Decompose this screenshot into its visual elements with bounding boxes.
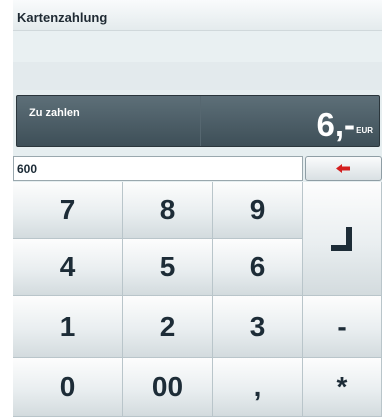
info-band-lower [13,62,382,90]
key-9-label: 9 [249,194,266,225]
info-band-upper [13,31,382,62]
key-1-label: 1 [59,310,76,342]
title-bar: Kartenzahlung [13,0,382,31]
key-0-label: 0 [59,371,76,402]
window-title: Kartenzahlung [17,10,108,25]
key-2[interactable]: 2 [123,296,213,358]
key-5[interactable]: 5 [123,239,213,296]
amount-due-panel: Zu zahlen 6,- EUR [16,95,380,147]
key-0[interactable]: 0 [13,358,123,417]
key-8[interactable]: 8 [123,182,213,239]
key-4-label: 4 [59,251,76,282]
key-3-label: 3 [249,310,266,342]
key-8-label: 8 [159,194,176,225]
currency-label: EUR [356,126,373,135]
enter-key[interactable] [303,182,382,296]
amount-input-field[interactable]: 600 [13,156,303,181]
key-6-label: 6 [249,251,266,282]
key-5-label: 5 [159,251,176,282]
left-arrow-icon [336,164,350,173]
backspace-button[interactable] [305,156,382,181]
multiply-key[interactable]: * [303,358,382,417]
comma-key-label: , [253,371,262,402]
key-9[interactable]: 9 [213,182,303,239]
key-2-label: 2 [159,310,176,342]
enter-return-icon [331,226,352,251]
key-7-label: 7 [59,194,76,225]
card-payment-window: Kartenzahlung Zu zahlen 6,- EUR 600 7 8 … [13,0,382,417]
comma-key[interactable]: , [213,358,303,417]
key-7[interactable]: 7 [13,182,123,239]
key-3[interactable]: 3 [213,296,303,358]
key-6[interactable]: 6 [213,239,303,296]
key-4[interactable]: 4 [13,239,123,296]
key-00[interactable]: 00 [123,358,213,417]
minus-key[interactable]: - [303,296,382,358]
key-00-label: 00 [151,371,184,402]
amount-panel-divider [200,96,201,146]
key-1[interactable]: 1 [13,296,123,358]
amount-due-value: 6,- [316,106,355,143]
minus-key-label: - [337,310,347,342]
multiply-key-label: * [336,371,348,402]
amount-due-label: Zu zahlen [29,107,80,119]
amount-input-value: 600 [17,162,38,176]
